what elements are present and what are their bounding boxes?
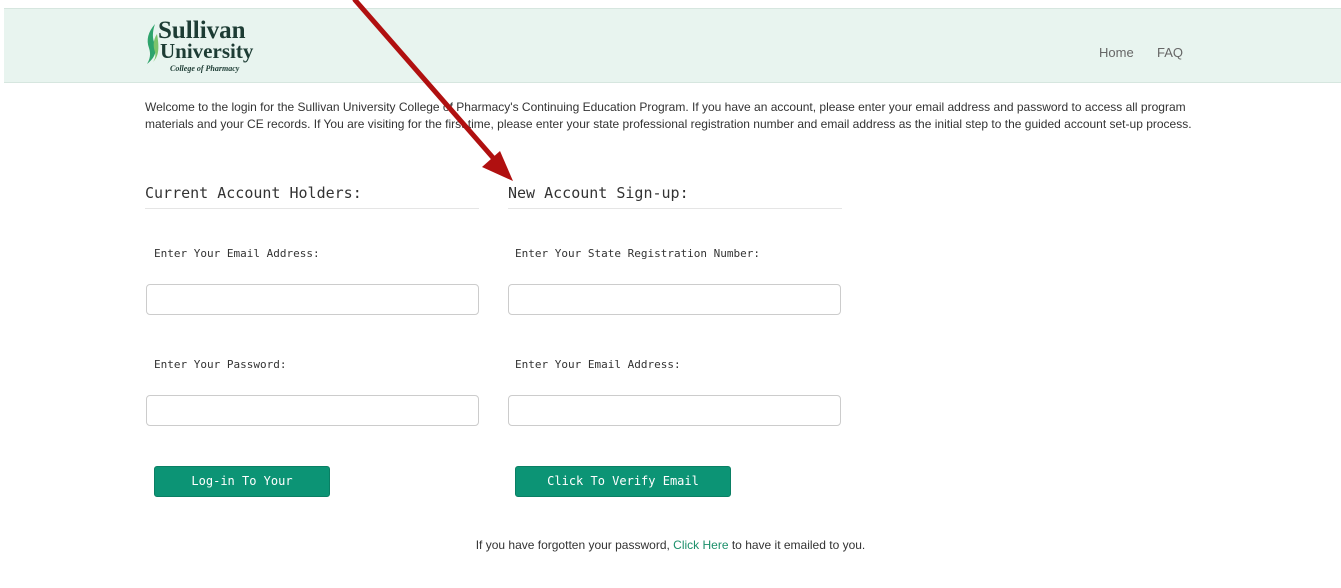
forgot-password-text: If you have forgotten your password, Cli… xyxy=(0,538,1341,552)
logo-college-line: College of Pharmacy xyxy=(170,64,240,73)
login-email-label: Enter Your Email Address: xyxy=(154,247,320,260)
new-account-title: New Account Sign-up: xyxy=(508,184,842,209)
welcome-text: Welcome to the login for the Sullivan Un… xyxy=(145,100,1192,131)
signup-email-label: Enter Your Email Address: xyxy=(515,358,681,371)
login-button[interactable]: Log-in To Your Account xyxy=(154,466,330,517)
registration-number-label: Enter Your State Registration Number: xyxy=(515,247,761,260)
login-password-input[interactable] xyxy=(146,395,479,426)
forgot-password-link[interactable]: Click Here xyxy=(673,538,728,552)
login-email-input[interactable] xyxy=(146,284,479,315)
top-navbar: Sullivan University College of Pharmacy … xyxy=(4,8,1341,83)
sullivan-university-logo[interactable]: Sullivan University College of Pharmacy xyxy=(146,18,276,80)
verify-email-button[interactable]: Click To Verify Email Address xyxy=(515,466,731,517)
forgot-prefix: If you have forgotten your password, xyxy=(475,538,674,552)
logo-name-line2: University xyxy=(160,39,254,63)
login-password-label: Enter Your Password: xyxy=(154,358,287,371)
forgot-suffix: to have it emailed to you. xyxy=(728,538,866,552)
registration-number-input[interactable] xyxy=(508,284,841,315)
nav-faq-link[interactable]: FAQ xyxy=(1157,45,1183,60)
signup-email-input[interactable] xyxy=(508,395,841,426)
nav-home-link[interactable]: Home xyxy=(1099,45,1134,60)
current-account-title: Current Account Holders: xyxy=(145,184,479,209)
